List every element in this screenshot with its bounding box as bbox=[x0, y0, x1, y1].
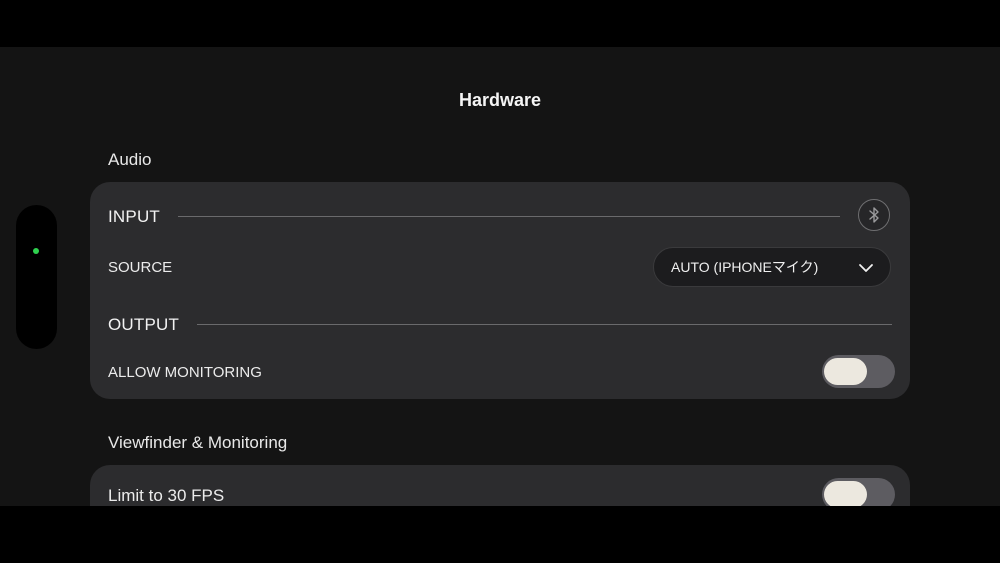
viewfinder-card: Limit to 30 FPS bbox=[90, 465, 910, 506]
side-rail[interactable] bbox=[16, 205, 57, 349]
page-title: Hardware bbox=[458, 90, 542, 110]
section-label-audio: Audio bbox=[108, 150, 152, 169]
toggle-knob bbox=[824, 358, 867, 385]
output-title: OUTPUT bbox=[108, 315, 180, 334]
output-divider bbox=[197, 324, 892, 325]
app-screen: Hardware Audio INPUT SOURCE AUTO (IPHONE… bbox=[0, 47, 1000, 506]
audio-card: INPUT SOURCE AUTO (IPHONEマイク) OUTPUT ALL… bbox=[90, 182, 910, 399]
chevron-down-icon bbox=[859, 264, 873, 272]
source-select-value: AUTO (IPHONEマイク) bbox=[671, 259, 819, 275]
limit-fps-label: Limit to 30 FPS bbox=[108, 486, 225, 505]
bluetooth-icon bbox=[869, 207, 879, 223]
source-select[interactable]: AUTO (IPHONEマイク) bbox=[653, 247, 891, 287]
allow-monitoring-toggle[interactable] bbox=[822, 355, 895, 388]
source-label: SOURCE bbox=[108, 259, 173, 276]
allow-monitoring-label: ALLOW MONITORING bbox=[108, 364, 262, 381]
status-dot bbox=[33, 248, 39, 254]
input-divider bbox=[178, 216, 840, 217]
bluetooth-button[interactable] bbox=[858, 199, 890, 231]
input-title: INPUT bbox=[108, 207, 160, 226]
section-label-viewfinder: Viewfinder & Monitoring bbox=[108, 433, 288, 452]
limit-fps-toggle[interactable] bbox=[822, 478, 895, 506]
toggle-knob bbox=[824, 481, 867, 506]
